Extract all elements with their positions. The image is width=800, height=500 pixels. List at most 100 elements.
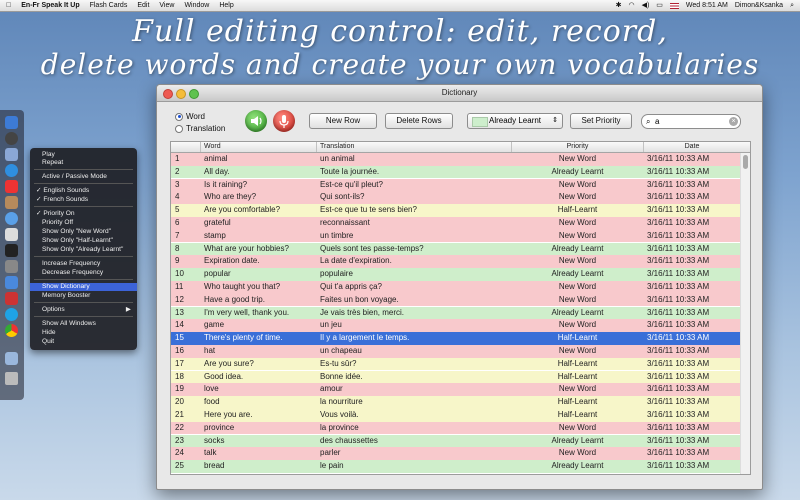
speak-it-up-icon[interactable]: [5, 292, 18, 305]
menu-item-french-sounds[interactable]: ✓ French Sounds: [30, 196, 137, 204]
row-number[interactable]: 4: [175, 191, 179, 204]
cell-date[interactable]: 3/16/11 10:33 AM: [647, 332, 709, 345]
table-row[interactable]: 19 love amour New Word 3/16/11 10:33 AM: [171, 383, 740, 397]
cell-word[interactable]: I'm very well, thank you.: [204, 307, 289, 320]
cell-priority[interactable]: Already Learnt: [513, 166, 642, 179]
clear-search-icon[interactable]: ×: [729, 117, 738, 126]
table-row[interactable]: 10 popular populaire Already Learnt 3/16/11 …: [171, 268, 740, 281]
cell-word[interactable]: Are you comfortable?: [204, 204, 280, 217]
cell-priority[interactable]: New Word: [513, 383, 642, 396]
cell-date[interactable]: 3/16/11 10:33 AM: [647, 358, 709, 371]
menu-item-increase-frequency[interactable]: Increase Frequency: [30, 260, 137, 268]
table-row[interactable]: 24 talk parler New Word 3/16/11 10:33 AM: [171, 447, 740, 461]
table-row[interactable]: 25 bread le pain Already Learnt 3/16/11 10:3…: [171, 460, 740, 473]
safari-icon[interactable]: [5, 164, 18, 177]
cell-date[interactable]: 3/16/11 10:33 AM: [647, 191, 709, 204]
menu-flash-cards[interactable]: Flash Cards: [90, 0, 128, 11]
radio-translation-indicator[interactable]: [175, 124, 183, 133]
us-flag-icon[interactable]: [669, 2, 679, 9]
table-row[interactable]: 15 There's plenty of time. Il y a largemen…: [171, 332, 740, 345]
menu-item-active-passive-mode[interactable]: Active / Passive Mode: [30, 173, 137, 181]
cell-word[interactable]: love: [204, 383, 219, 396]
cell-priority[interactable]: New Word: [513, 345, 642, 358]
cell-priority[interactable]: New Word: [513, 191, 642, 204]
menu-item-hide[interactable]: Hide: [30, 329, 137, 337]
cell-translation[interactable]: la nourriture: [320, 396, 363, 409]
cell-priority[interactable]: Half-Learnt: [513, 396, 642, 409]
cell-date[interactable]: 3/16/11 10:33 AM: [647, 345, 709, 358]
row-number[interactable]: 9: [175, 255, 179, 268]
radio-word[interactable]: Word: [175, 112, 205, 121]
table-row[interactable]: 6 grateful reconnaissant New Word 3/16/11 10…: [171, 217, 740, 230]
menu-item-priority-off[interactable]: Priority Off: [30, 219, 137, 227]
menu-item-options[interactable]: Options ▶: [30, 306, 137, 314]
row-number[interactable]: 18: [175, 371, 184, 384]
cell-priority[interactable]: Already Learnt: [513, 435, 642, 448]
dashboard-icon[interactable]: [5, 132, 18, 145]
new-row-button[interactable]: New Row: [309, 113, 377, 129]
row-number[interactable]: 25: [175, 460, 184, 473]
row-number[interactable]: 12: [175, 294, 184, 307]
finder-icon[interactable]: [5, 116, 18, 129]
cell-date[interactable]: 3/16/11 10:33 AM: [647, 179, 709, 192]
search-field[interactable]: ⌕ a ×: [641, 114, 741, 129]
address-book-icon[interactable]: [5, 196, 18, 209]
cell-translation[interactable]: Il y a largement le temps.: [320, 332, 409, 345]
cell-word[interactable]: Who are they?: [204, 191, 256, 204]
column-header-date[interactable]: Date: [647, 142, 737, 152]
cell-date[interactable]: 3/16/11 10:33 AM: [647, 396, 709, 409]
cell-word[interactable]: Have a good trip.: [204, 294, 265, 307]
user-name[interactable]: Dimon&Ksanka: [735, 0, 783, 11]
cell-date[interactable]: 3/16/11 10:33 AM: [647, 307, 709, 320]
zoom-window-button[interactable]: [189, 89, 199, 99]
column-header-translation[interactable]: Translation: [320, 142, 354, 152]
cell-translation[interactable]: La date d'expiration.: [320, 255, 392, 268]
cell-word[interactable]: stamp: [204, 230, 226, 243]
cell-translation[interactable]: des chaussettes: [320, 435, 378, 448]
cell-translation[interactable]: Bonne idée.: [320, 371, 363, 384]
row-number[interactable]: 19: [175, 383, 184, 396]
table-row[interactable]: 11 Who taught you that? Qui t'a appris ça?…: [171, 281, 740, 294]
cell-translation[interactable]: reconnaissant: [320, 217, 370, 230]
cell-translation[interactable]: la province: [320, 422, 359, 435]
row-number[interactable]: 10: [175, 268, 184, 281]
cell-date[interactable]: 3/16/11 10:33 AM: [647, 166, 709, 179]
cell-date[interactable]: 3/16/11 10:33 AM: [647, 422, 709, 435]
row-number[interactable]: 20: [175, 396, 184, 409]
cell-priority[interactable]: Half-Learnt: [513, 204, 642, 217]
table-row[interactable]: 23 socks des chaussettes Already Learnt 3/16…: [171, 434, 740, 448]
cell-priority[interactable]: Already Learnt: [513, 268, 642, 281]
menu-item-show-all-windows[interactable]: Show All Windows: [30, 320, 137, 328]
row-number[interactable]: 14: [175, 319, 184, 332]
table-row[interactable]: 7 stamp un timbre New Word 3/16/11 10:33 AM: [171, 229, 740, 243]
cell-translation[interactable]: amour: [320, 383, 343, 396]
cell-translation[interactable]: Qui sont-ils?: [320, 191, 364, 204]
cell-translation[interactable]: Faites un bon voyage.: [320, 294, 399, 307]
cell-word[interactable]: grateful: [204, 217, 231, 230]
cell-word[interactable]: socks: [204, 435, 224, 448]
title-bar[interactable]: Dictionary: [157, 85, 762, 102]
row-number[interactable]: 16: [175, 345, 184, 358]
cell-word[interactable]: Expiration date.: [204, 255, 260, 268]
cell-date[interactable]: 3/16/11 10:33 AM: [647, 255, 709, 268]
apple-icon[interactable]: : [6, 0, 11, 11]
minimize-window-button[interactable]: [176, 89, 186, 99]
row-number[interactable]: 13: [175, 307, 184, 320]
row-number[interactable]: 2: [175, 166, 179, 179]
search-input-value[interactable]: a: [655, 115, 659, 128]
table-row[interactable]: 14 game un jeu New Word 3/16/11 10:33 AM: [171, 319, 740, 333]
table-row[interactable]: 22 province la province New Word 3/16/11 10:…: [171, 421, 740, 435]
cell-date[interactable]: 3/16/11 10:33 AM: [647, 268, 709, 281]
applications-folder-icon[interactable]: [5, 352, 18, 365]
row-number[interactable]: 6: [175, 217, 179, 230]
table-row[interactable]: 21 Here you are. Vous voilà. Half-Learnt 3/1…: [171, 409, 740, 422]
cell-date[interactable]: 3/16/11 10:33 AM: [647, 460, 709, 473]
menu-item-english-sounds[interactable]: ✓ English Sounds: [30, 187, 137, 195]
preferences-icon[interactable]: [5, 260, 18, 273]
cell-priority[interactable]: New Word: [513, 281, 642, 294]
cell-translation[interactable]: populaire: [320, 268, 353, 281]
cell-priority[interactable]: New Word: [513, 319, 642, 332]
record-button[interactable]: [273, 110, 295, 132]
set-priority-button[interactable]: Set Priority: [570, 113, 632, 129]
table-row[interactable]: 1 animal un animal New Word 3/16/11 10:33 AM: [171, 153, 740, 166]
